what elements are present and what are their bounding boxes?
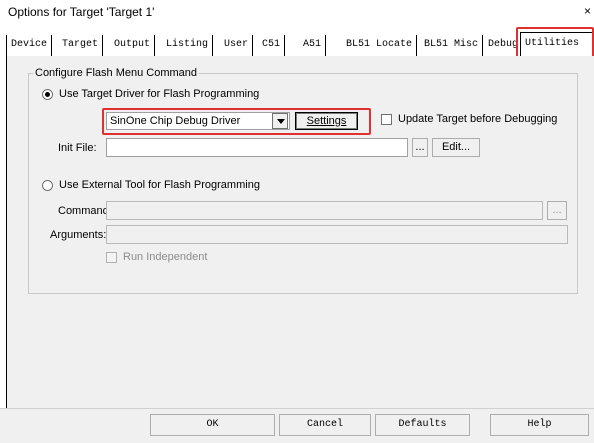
tab-bl51-misc[interactable]: BL51 Misc xyxy=(420,35,484,56)
group-legend: Configure Flash Menu Command xyxy=(33,67,200,79)
tab-c51[interactable]: C51 xyxy=(258,35,286,56)
update-target-label: Update Target before Debugging xyxy=(398,113,558,125)
tab-strip: Device Target Output Listing User C51 A5… xyxy=(6,32,594,57)
edit-button[interactable]: Edit... xyxy=(432,138,480,157)
tab-listing[interactable]: Listing xyxy=(162,35,214,56)
close-icon[interactable]: × xyxy=(584,4,591,18)
tab-target[interactable]: Target xyxy=(58,35,104,56)
tab-a51[interactable]: A51 xyxy=(299,35,327,56)
use-external-tool-radio[interactable] xyxy=(42,180,53,191)
tab-output[interactable]: Output xyxy=(110,35,156,56)
defaults-button[interactable]: Defaults xyxy=(375,414,470,436)
window-title: Options for Target 'Target 1' xyxy=(8,5,155,19)
run-independent-checkbox[interactable] xyxy=(106,252,117,263)
cancel-button[interactable]: Cancel xyxy=(279,414,371,436)
init-file-label: Init File: xyxy=(58,142,97,154)
init-file-browse-button[interactable]: ... xyxy=(412,138,428,157)
driver-highlight xyxy=(102,108,371,135)
command-input[interactable] xyxy=(106,201,543,220)
update-target-checkbox[interactable] xyxy=(381,114,392,125)
use-target-driver-radio[interactable] xyxy=(42,89,53,100)
tab-device[interactable]: Device xyxy=(6,35,53,56)
arguments-input[interactable] xyxy=(106,225,568,244)
tab-bl51-locate[interactable]: BL51 Locate xyxy=(342,35,418,56)
arguments-label: Arguments: xyxy=(50,229,107,241)
radio-dot xyxy=(45,92,50,97)
tab-user[interactable]: User xyxy=(220,35,254,56)
use-target-driver-label: Use Target Driver for Flash Programming xyxy=(59,88,260,100)
init-file-input[interactable] xyxy=(106,138,408,157)
use-external-tool-label: Use External Tool for Flash Programming xyxy=(59,179,260,191)
command-label: Command: xyxy=(58,205,112,217)
help-button[interactable]: Help xyxy=(490,414,589,436)
command-browse-button[interactable]: ... xyxy=(547,201,567,220)
run-independent-label: Run Independent xyxy=(123,251,208,263)
ok-button[interactable]: OK xyxy=(150,414,275,436)
